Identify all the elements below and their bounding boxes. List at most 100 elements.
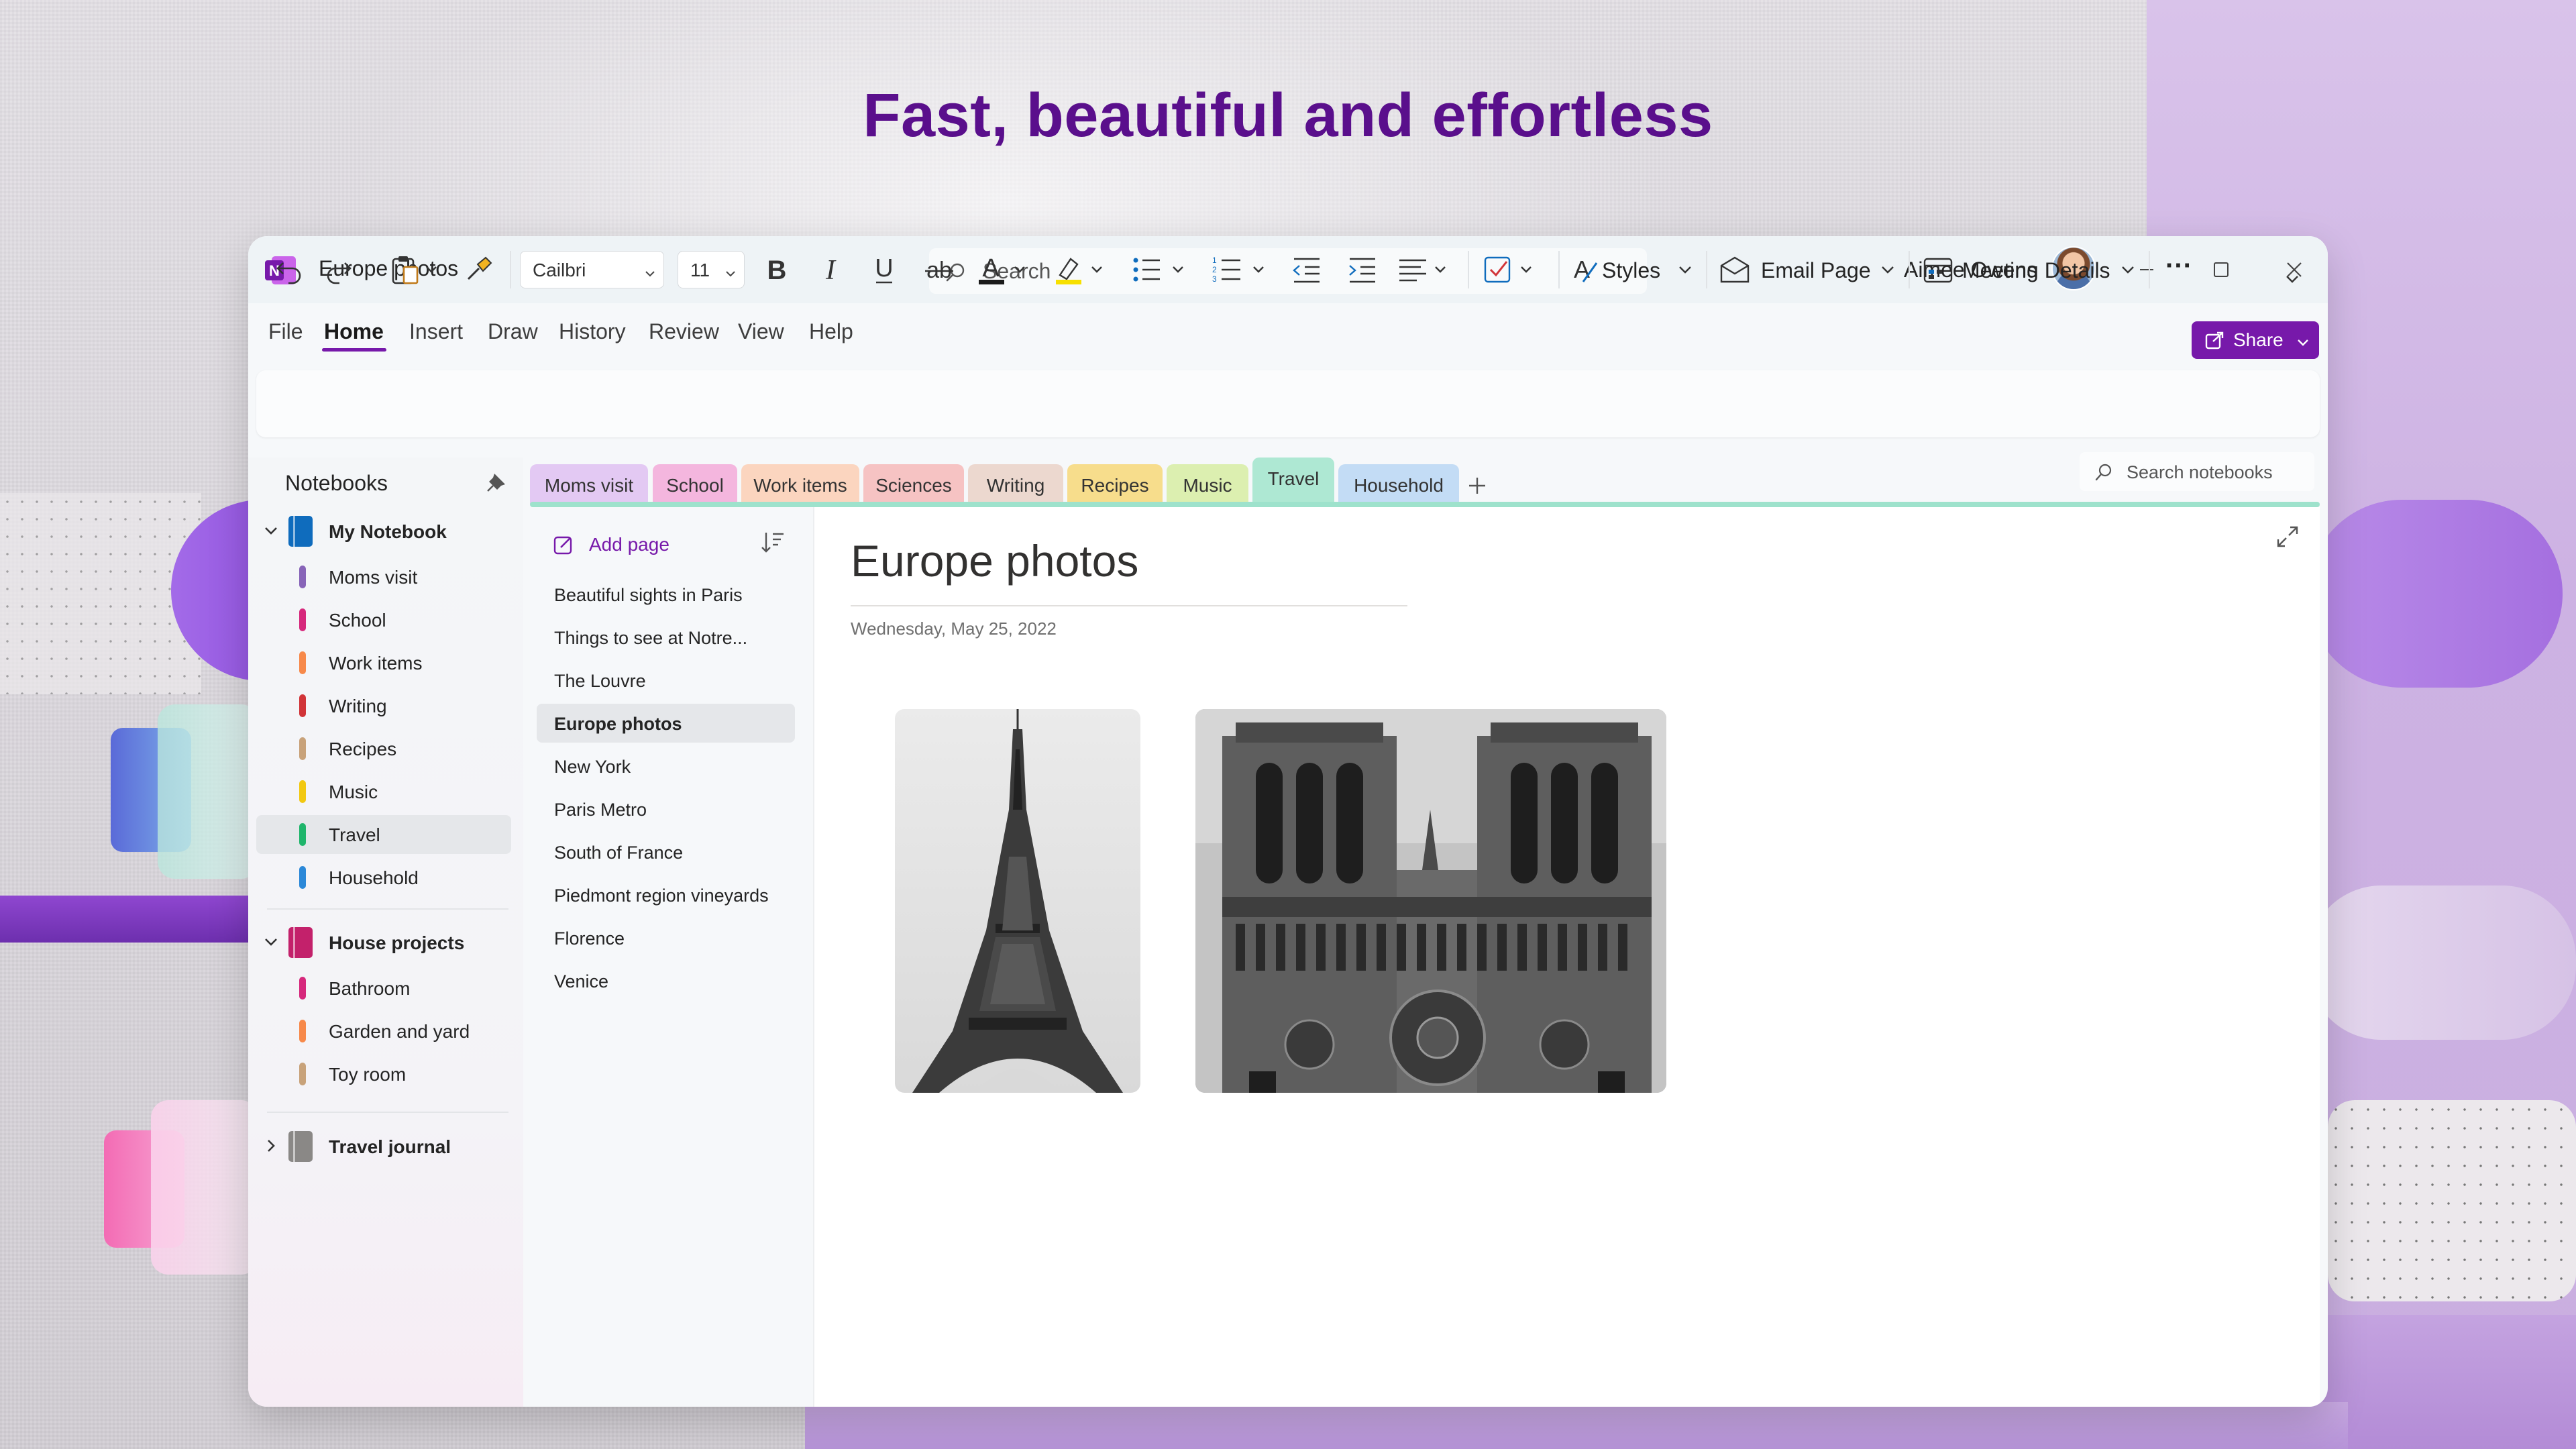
- section-bathroom[interactable]: Bathroom: [256, 969, 511, 1008]
- strikethrough-button[interactable]: ab: [924, 254, 955, 286]
- notebook-my-notebook[interactable]: My Notebook: [256, 512, 511, 551]
- tab-label: Writing: [986, 475, 1045, 496]
- section-name: Moms visit: [329, 567, 418, 588]
- page-item[interactable]: Things to see at Notre...: [537, 618, 795, 657]
- format-painter-button[interactable]: [463, 254, 494, 286]
- section-name: School: [329, 610, 386, 631]
- redo-button[interactable]: [323, 254, 353, 286]
- maximize-button[interactable]: [2200, 252, 2241, 287]
- section-garden-and-yard[interactable]: Garden and yard: [256, 1012, 511, 1051]
- svg-text:A: A: [1574, 256, 1590, 283]
- section-name: Travel: [329, 824, 380, 845]
- eiffel-tower-photo[interactable]: [895, 709, 1140, 1093]
- menu-draw[interactable]: Draw: [488, 319, 538, 344]
- highlight-button[interactable]: [1053, 254, 1107, 286]
- tab-writing[interactable]: Writing: [968, 464, 1063, 504]
- search-icon: [2094, 463, 2113, 482]
- page-item[interactable]: Paris Metro: [537, 790, 795, 828]
- chevron-down-icon: [2120, 254, 2136, 286]
- section-color-marker: [299, 651, 306, 674]
- decrease-indent-button[interactable]: [1291, 254, 1322, 286]
- section-school[interactable]: School: [256, 600, 511, 639]
- notebook-travel-journal[interactable]: Travel journal: [256, 1127, 511, 1166]
- page-item-selected[interactable]: Europe photos: [537, 704, 795, 743]
- todo-tag-button[interactable]: [1483, 254, 1543, 286]
- tab-household[interactable]: Household: [1338, 464, 1459, 504]
- notre-dame-photo[interactable]: [1195, 709, 1666, 1093]
- checkbox-icon: [1484, 256, 1532, 283]
- tab-moms-visit[interactable]: Moms visit: [530, 464, 648, 504]
- undo-button[interactable]: [275, 254, 305, 286]
- page-item[interactable]: Piedmont region vineyards: [537, 875, 795, 914]
- page-item-label: Venice: [554, 971, 609, 991]
- chevron-down-icon[interactable]: [263, 934, 279, 950]
- menu-review[interactable]: Review: [649, 319, 719, 344]
- tab-work-items[interactable]: Work items: [741, 464, 859, 504]
- chevron-down-icon: [1880, 254, 1896, 286]
- search-notebooks-input[interactable]: Search notebooks: [2080, 452, 2314, 491]
- pin-icon: [487, 474, 505, 492]
- paste-button[interactable]: [389, 254, 443, 286]
- tab-label: Moms visit: [544, 475, 634, 496]
- tab-travel[interactable]: Travel: [1252, 458, 1334, 504]
- section-writing[interactable]: Writing: [256, 686, 511, 725]
- bullets-button[interactable]: [1130, 254, 1191, 286]
- page-item[interactable]: South of France: [537, 833, 795, 871]
- page-item[interactable]: Venice: [537, 961, 795, 1000]
- styles-button[interactable]: Styles: [1602, 258, 1660, 283]
- redo-icon: [327, 262, 352, 284]
- menu-help[interactable]: Help: [809, 319, 853, 344]
- meeting-details-button[interactable]: Meeting Details: [1962, 258, 2110, 283]
- page-title[interactable]: Europe photos: [851, 535, 1138, 586]
- menu-home[interactable]: Home: [324, 319, 384, 344]
- chevron-right-icon[interactable]: [263, 1138, 279, 1154]
- paragraph-align-button[interactable]: [1397, 254, 1457, 286]
- section-work-items[interactable]: Work items: [256, 643, 511, 682]
- section-toy-room[interactable]: Toy room: [256, 1055, 511, 1093]
- email-page-button[interactable]: Email Page: [1761, 258, 1871, 283]
- tab-school[interactable]: School: [653, 464, 737, 504]
- highlighter-icon: [1056, 258, 1102, 284]
- section-moms-visit[interactable]: Moms visit: [256, 557, 511, 596]
- share-button[interactable]: Share: [2192, 321, 2319, 359]
- font-name-dropdown[interactable]: Cailbri: [520, 251, 664, 288]
- svg-text:U: U: [875, 254, 893, 282]
- tab-sciences[interactable]: Sciences: [863, 464, 964, 504]
- increase-indent-button[interactable]: [1347, 254, 1378, 286]
- underline-button[interactable]: U: [871, 254, 898, 286]
- svg-text:B: B: [767, 256, 787, 285]
- calendar-icon: [1922, 254, 1954, 286]
- more-options-button[interactable]: ···: [2165, 251, 2192, 281]
- section-household[interactable]: Household: [256, 858, 511, 897]
- numbering-button[interactable]: 123: [1211, 254, 1271, 286]
- font-size-dropdown[interactable]: 11: [678, 251, 745, 288]
- app-window-content: N Europe photos Search Aimee Owens File …: [248, 236, 2328, 1407]
- notebook-house-projects[interactable]: House projects: [256, 923, 511, 962]
- tab-music[interactable]: Music: [1167, 464, 1248, 504]
- font-color-button[interactable]: A: [976, 254, 1030, 286]
- full-page-view-button[interactable]: [2274, 523, 2301, 550]
- pin-button[interactable]: [486, 471, 508, 492]
- chevron-down-icon[interactable]: [263, 523, 279, 539]
- italic-button[interactable]: I: [818, 254, 843, 286]
- page-item[interactable]: Beautiful sights in Paris: [537, 575, 795, 614]
- sort-pages-button[interactable]: [759, 529, 786, 555]
- page-item-label: Piedmont region vineyards: [554, 885, 769, 906]
- section-travel[interactable]: Travel: [256, 815, 511, 854]
- collapse-ribbon-button[interactable]: [2284, 263, 2300, 295]
- section-name: Household: [329, 867, 419, 888]
- menu-history[interactable]: History: [559, 319, 626, 344]
- menu-view[interactable]: View: [738, 319, 784, 344]
- page-item[interactable]: New York: [537, 747, 795, 786]
- background-pill: [2308, 885, 2576, 1040]
- section-music[interactable]: Music: [256, 772, 511, 811]
- tab-recipes[interactable]: Recipes: [1067, 464, 1163, 504]
- bold-button[interactable]: B: [765, 254, 789, 286]
- page-item[interactable]: Florence: [537, 918, 795, 957]
- page-item[interactable]: The Louvre: [537, 661, 795, 700]
- section-recipes[interactable]: Recipes: [256, 729, 511, 768]
- menu-file[interactable]: File: [268, 319, 303, 344]
- add-page-button[interactable]: Add page: [543, 525, 691, 564]
- add-section-button[interactable]: [1462, 471, 1492, 500]
- menu-insert[interactable]: Insert: [409, 319, 463, 344]
